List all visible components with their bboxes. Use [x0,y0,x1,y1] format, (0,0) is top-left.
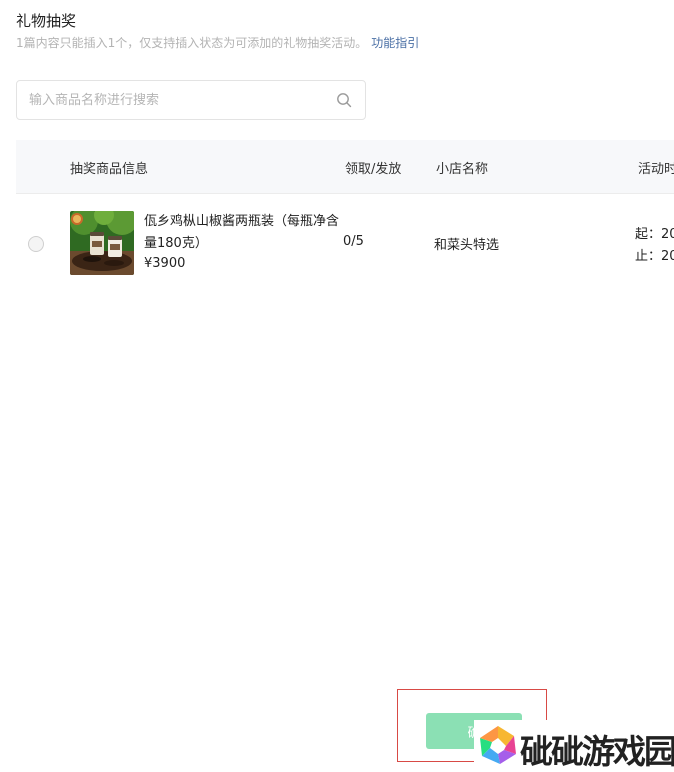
product-price: ¥3900 [144,256,186,271]
page-title: 礼物抽奖 [16,12,77,30]
shop-name: 和菜头特选 [434,238,500,253]
claimed-count: 0/5 [343,234,364,249]
activity-start-time: 起：20 [635,227,674,242]
table-row[interactable]: 佤乡鸡枞山椒酱两瓶装（每瓶净含量180克） ¥3900 0/5 和菜头特选 起：… [16,194,674,294]
select-radio[interactable] [28,236,44,252]
column-header-claimed: 领取/发放 [345,162,402,177]
column-header-product: 抽奖商品信息 [70,162,149,177]
search-box [16,80,366,120]
page-subtitle: 1篇内容只能插入1个，仅支持插入状态为可添加的礼物抽奖活动。 功能指引 [16,34,419,51]
search-input[interactable] [29,90,329,110]
table-header: 抽奖商品信息 领取/发放 小店名称 活动时 [16,140,674,194]
watermark: 䂣䂣游戏园 [474,720,674,772]
column-header-shop: 小店名称 [436,162,489,177]
search-icon[interactable] [336,92,352,108]
column-header-time: 活动时 [638,162,674,177]
subtitle-text: 1篇内容只能插入1个，仅支持插入状态为可添加的礼物抽奖活动。 [16,36,368,50]
watermark-logo-icon [480,726,516,764]
product-thumbnail [70,211,134,275]
watermark-text: 䂣䂣游戏园 [520,732,674,771]
product-name: 佤乡鸡枞山椒酱两瓶装（每瓶净含量180克） [144,214,340,251]
guide-link[interactable]: 功能指引 [371,36,419,50]
activity-end-time: 止：20 [635,249,674,264]
